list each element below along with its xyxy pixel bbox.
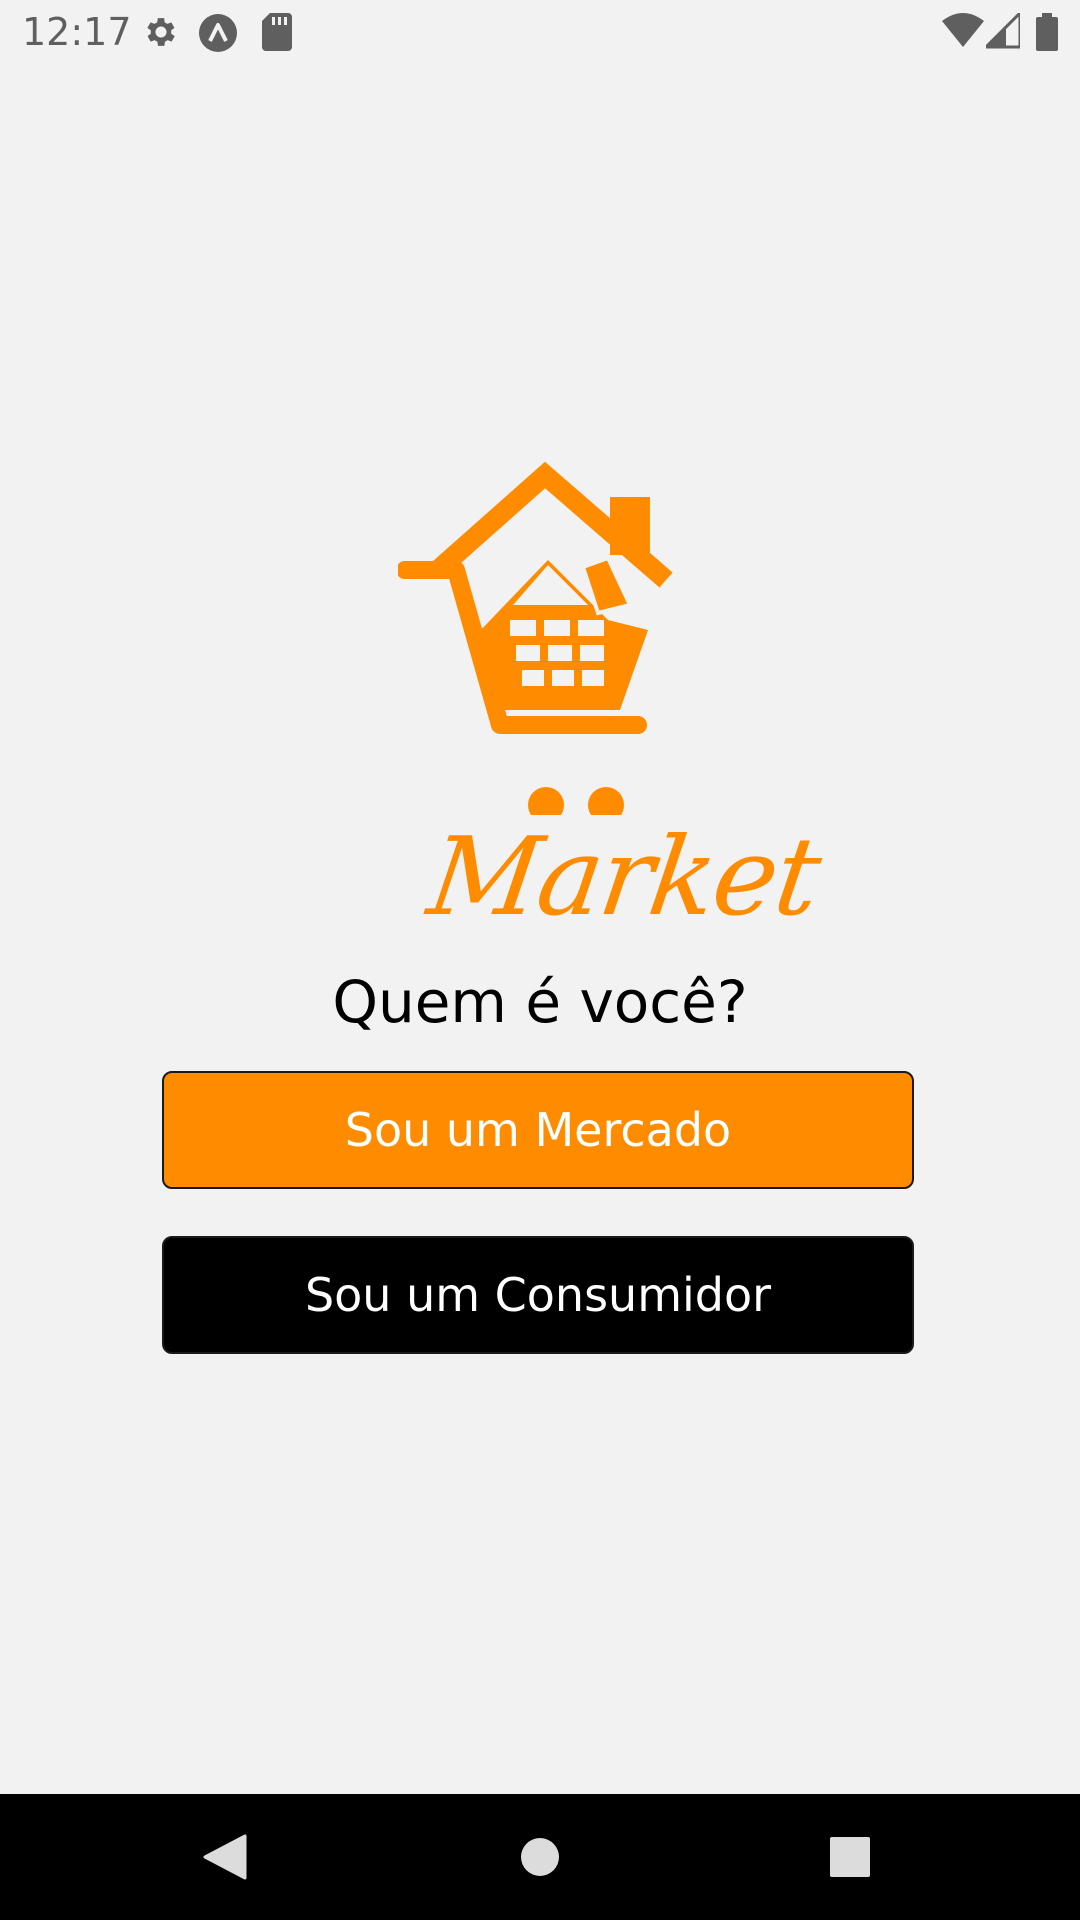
consumer-button[interactable]: Sou um Consumidor [162, 1236, 914, 1354]
app-launcher-icon [198, 13, 238, 58]
home-button[interactable] [460, 1794, 620, 1920]
recents-button[interactable] [770, 1794, 930, 1920]
sd-card-icon [262, 13, 292, 56]
battery-icon [1036, 13, 1058, 56]
recents-icon [830, 1837, 870, 1877]
market-logo: Market [0, 455, 1080, 940]
gear-icon [142, 13, 180, 56]
back-icon [203, 1834, 247, 1880]
navigation-bar [0, 1794, 1080, 1920]
logo-text: Market [421, 815, 827, 940]
market-button[interactable]: Sou um Mercado [162, 1071, 914, 1189]
shopping-cart-house-icon [398, 461, 673, 815]
home-icon [521, 1838, 559, 1876]
wifi-icon [942, 13, 984, 54]
page-title: Quem é você? [332, 968, 748, 1036]
status-bar: 12:17 [0, 0, 1080, 62]
cell-signal-icon [982, 9, 1022, 54]
consumer-button-label: Sou um Consumidor [304, 1268, 772, 1322]
market-button-label: Sou um Mercado [344, 1103, 732, 1157]
status-time: 12:17 [22, 10, 132, 54]
back-button[interactable] [145, 1794, 305, 1920]
